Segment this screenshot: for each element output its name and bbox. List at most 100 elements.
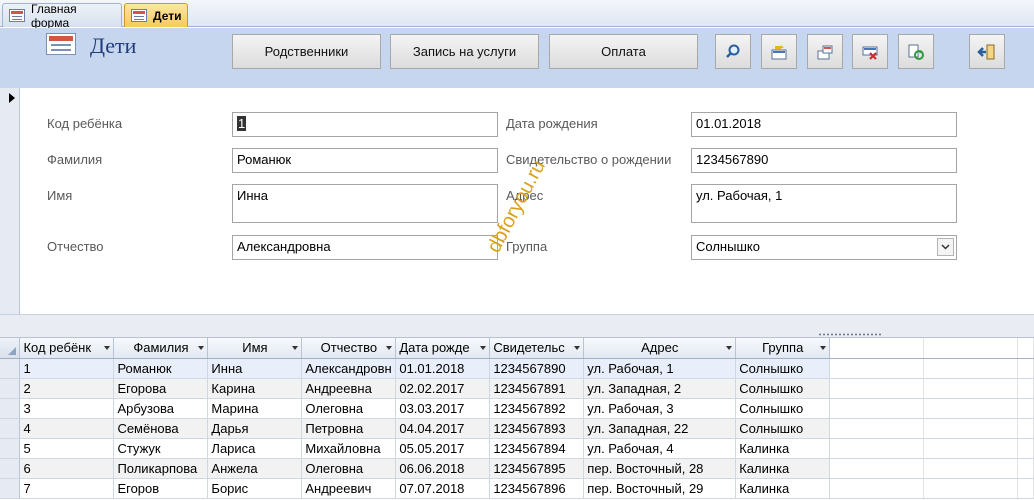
table-cell[interactable]: Егоров	[113, 478, 209, 499]
table-cell[interactable]: Андреевич	[301, 478, 397, 499]
table-cell[interactable]: 1234567891	[489, 378, 585, 399]
table-row[interactable]: 6 Поликарпова Анжела Олеговна 06.06.2018 1234…	[0, 458, 1034, 479]
table-cell[interactable]: Солнышко	[735, 398, 831, 419]
child-code-field[interactable]: 1	[232, 112, 498, 137]
table-cell[interactable]: Александровн	[301, 358, 397, 379]
row-selector[interactable]	[0, 358, 21, 379]
row-selector[interactable]	[0, 418, 21, 439]
table-cell[interactable]: 7	[19, 478, 115, 499]
table-cell[interactable]: Андреевна	[301, 378, 397, 399]
address-field[interactable]: ул. Рабочая, 1	[691, 184, 957, 223]
table-cell[interactable]: 1234567896	[489, 478, 585, 499]
copy-record-button[interactable]	[807, 34, 843, 69]
table-cell[interactable]: 1	[19, 358, 115, 379]
row-selector[interactable]	[0, 398, 21, 419]
table-cell[interactable]: пер. Восточный, 29	[583, 478, 737, 499]
splitter-grip-icon[interactable]	[818, 333, 882, 336]
table-cell[interactable]: 2	[19, 378, 115, 399]
table-cell[interactable]: Поликарпова	[113, 458, 209, 479]
tab-main-form[interactable]: Главная форма	[2, 2, 122, 30]
row-selector[interactable]	[0, 458, 21, 479]
table-cell[interactable]: пер. Восточный, 28	[583, 458, 737, 479]
column-dropdown-icon[interactable]	[574, 346, 581, 350]
column-header-patronymic[interactable]: Отчество	[301, 338, 397, 359]
table-cell[interactable]: 01.01.2018	[395, 358, 491, 379]
delete-record-button[interactable]	[852, 34, 888, 69]
table-cell[interactable]: 1234567894	[489, 438, 585, 459]
search-button[interactable]	[715, 34, 751, 69]
table-row[interactable]: 7 Егоров Борис Андреевич 07.07.2018 123456789…	[0, 478, 1034, 499]
table-cell[interactable]: Семёнова	[113, 418, 209, 439]
group-combobox[interactable]: Солнышко	[691, 235, 957, 260]
column-dropdown-icon[interactable]	[726, 346, 733, 350]
table-cell[interactable]: 06.06.2018	[395, 458, 491, 479]
table-row[interactable]: 2 Егорова Карина Андреевна 02.02.2017 1234567…	[0, 378, 1034, 399]
table-cell[interactable]: Инна	[207, 358, 303, 379]
birth-certificate-field[interactable]: 1234567890	[691, 148, 957, 173]
patronymic-field[interactable]: Александровна	[232, 235, 498, 260]
table-cell[interactable]: 02.02.2017	[395, 378, 491, 399]
table-cell[interactable]: Стужук	[113, 438, 209, 459]
table-cell[interactable]: 5	[19, 438, 115, 459]
payment-button[interactable]: Оплата	[549, 34, 698, 69]
column-dropdown-icon[interactable]	[820, 346, 827, 350]
table-cell[interactable]: Солнышко	[735, 358, 831, 379]
table-cell[interactable]: Михайловна	[301, 438, 397, 459]
column-dropdown-icon[interactable]	[480, 346, 487, 350]
table-cell[interactable]: Калинка	[735, 478, 831, 499]
column-dropdown-icon[interactable]	[104, 346, 111, 350]
column-header-group[interactable]: Группа	[735, 338, 831, 359]
column-header-address[interactable]: Адрес	[583, 338, 737, 359]
table-cell[interactable]: 1234567893	[489, 418, 585, 439]
column-header-first-name[interactable]: Имя	[207, 338, 303, 359]
table-cell[interactable]: Карина	[207, 378, 303, 399]
new-record-button[interactable]	[761, 34, 797, 69]
table-cell[interactable]: Борис	[207, 478, 303, 499]
tab-children[interactable]: Дети	[124, 3, 188, 27]
table-cell[interactable]: Арбузова	[113, 398, 209, 419]
table-cell[interactable]: ул. Рабочая, 4	[583, 438, 737, 459]
table-cell[interactable]: 4	[19, 418, 115, 439]
column-header-birth-cert[interactable]: Свидетельс	[489, 338, 585, 359]
table-cell[interactable]: 07.07.2018	[395, 478, 491, 499]
table-cell[interactable]: Солнышко	[735, 378, 831, 399]
column-dropdown-icon[interactable]	[198, 346, 205, 350]
table-cell[interactable]: 05.05.2017	[395, 438, 491, 459]
row-selector[interactable]	[0, 438, 21, 459]
table-cell[interactable]: 04.04.2017	[395, 418, 491, 439]
table-cell[interactable]: Лариса	[207, 438, 303, 459]
table-cell[interactable]: 6	[19, 458, 115, 479]
table-cell[interactable]: ул. Западная, 2	[583, 378, 737, 399]
last-name-field[interactable]: Романюк	[232, 148, 498, 173]
table-cell[interactable]: Петровна	[301, 418, 397, 439]
table-row[interactable]: 1 Романюк Инна Александровн 01.01.2018 123456…	[0, 358, 1034, 379]
table-cell[interactable]: Солнышко	[735, 418, 831, 439]
table-cell[interactable]: Калинка	[735, 438, 831, 459]
first-name-field[interactable]: Инна	[232, 184, 498, 223]
chevron-down-icon[interactable]	[937, 238, 954, 256]
table-cell[interactable]: 1234567890	[489, 358, 585, 379]
table-row[interactable]: 3 Арбузова Марина Олеговна 03.03.2017 1234567…	[0, 398, 1034, 419]
service-booking-button[interactable]: Запись на услуги	[390, 34, 539, 69]
select-all-corner[interactable]	[0, 338, 21, 359]
split-form-splitter[interactable]	[0, 314, 1034, 338]
column-header-birth-date[interactable]: Дата рожде	[395, 338, 491, 359]
table-cell[interactable]: ул. Рабочая, 3	[583, 398, 737, 419]
table-row[interactable]: 5 Стужук Лариса Михайловна 05.05.2017 1234567…	[0, 438, 1034, 459]
table-cell[interactable]: Егорова	[113, 378, 209, 399]
birth-date-field[interactable]: 01.01.2018	[691, 112, 957, 137]
table-cell[interactable]: Олеговна	[301, 398, 397, 419]
refresh-button[interactable]	[898, 34, 934, 69]
close-form-button[interactable]	[969, 34, 1005, 69]
column-dropdown-icon[interactable]	[386, 346, 393, 350]
table-cell[interactable]: Олеговна	[301, 458, 397, 479]
column-dropdown-icon[interactable]	[292, 346, 299, 350]
table-cell[interactable]: ул. Западная, 22	[583, 418, 737, 439]
table-cell[interactable]: 3	[19, 398, 115, 419]
table-cell[interactable]: Марина	[207, 398, 303, 419]
table-cell[interactable]: Калинка	[735, 458, 831, 479]
row-selector[interactable]	[0, 378, 21, 399]
table-cell[interactable]: 1234567895	[489, 458, 585, 479]
relatives-button[interactable]: Родственники	[232, 34, 381, 69]
table-cell[interactable]: 1234567892	[489, 398, 585, 419]
